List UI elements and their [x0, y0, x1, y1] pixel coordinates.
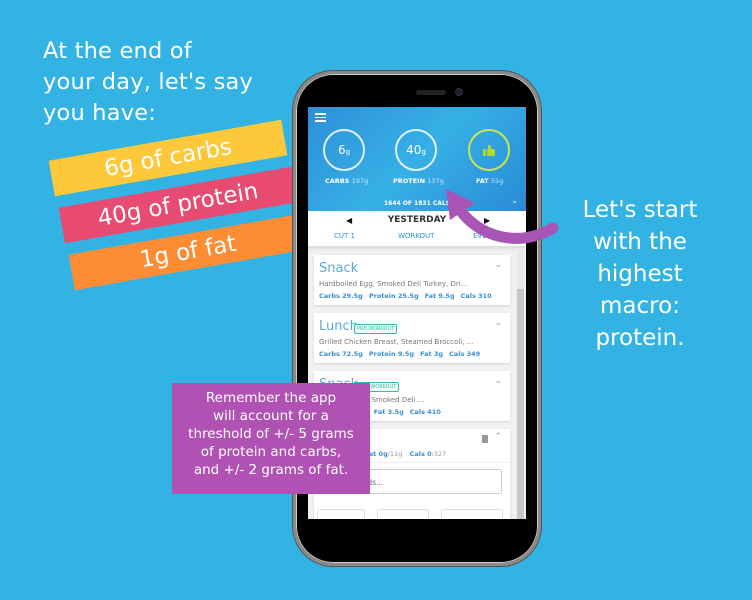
thumbs-up-icon — [483, 144, 495, 156]
chevron-down-icon[interactable]: ⌄ — [494, 260, 502, 270]
meal-stats: Carbs 29.5g Protein 25.5g Fat 9.5g Cals 310 — [319, 292, 492, 300]
scrollbar-thumb[interactable] — [517, 289, 524, 519]
tag-workout[interactable]: WORKOUT — [398, 232, 434, 240]
intro-text: At the end of your day, let's say you ha… — [43, 36, 253, 129]
tag-cut[interactable]: CUT 1 — [334, 232, 355, 240]
meal-card[interactable]: Lunch PRE-WORKOUT ⌄ Grilled Chicken Brea… — [314, 313, 510, 363]
note-line: Let's start — [582, 197, 698, 223]
chevron-up-icon[interactable]: ⌃ — [494, 432, 502, 442]
hamburger-menu-icon[interactable] — [315, 113, 326, 122]
chevron-down-icon[interactable]: ⌄ — [494, 376, 502, 386]
note-line: macro: — [600, 293, 680, 319]
threshold-line: of protein and carbs, — [200, 444, 342, 460]
carbs-unit: g — [345, 148, 351, 156]
meal-name: Snack — [319, 261, 359, 276]
carbs-target: 197g — [351, 177, 369, 185]
chevron-down-icon[interactable]: ⌄ — [494, 318, 502, 328]
intro-line: you have: — [43, 100, 157, 126]
front-camera — [455, 88, 463, 96]
note-line: highest — [597, 261, 683, 287]
chevron-down-icon[interactable]: ⌄ — [511, 196, 518, 205]
action-button[interactable] — [377, 509, 429, 519]
meal-badge: PRE-WORKOUT — [354, 324, 398, 334]
carbs-ring[interactable]: 6g — [323, 129, 365, 171]
trash-icon[interactable] — [482, 435, 488, 443]
carbs-value: 6 — [337, 143, 346, 157]
threshold-line: will account for a — [213, 408, 329, 424]
next-day-button[interactable]: ▶ — [484, 216, 490, 225]
meal-stats: Carbs 72.5g Protein 9.5g Fat 3g Cals 349 — [319, 350, 481, 358]
intro-line: your day, let's say — [43, 69, 254, 95]
protein-label: PROTEIN 137g — [393, 177, 444, 185]
right-note: Let's start with the highest macro: prot… — [560, 194, 720, 354]
threshold-note: Remember the app will account for a thre… — [172, 383, 370, 494]
threshold-line: Remember the app — [205, 390, 337, 406]
meal-name: Lunch — [319, 319, 358, 334]
meal-foods: Grilled Chicken Breast, Steamed Broccoli… — [319, 338, 474, 346]
macro-header: 6g 40 g CARBS 197g PROTEIN 137g FAT 55g 1… — [308, 107, 526, 211]
calories-summary: 1644 OF 1831 CALS — [383, 200, 451, 207]
intro-line: At the end of — [43, 38, 192, 64]
protein-unit: g — [421, 148, 426, 156]
fat-ring[interactable] — [468, 129, 510, 171]
threshold-line: and +/- 2 grams of fat. — [193, 462, 349, 478]
action-button[interactable] — [317, 509, 365, 519]
note-line: with the — [593, 229, 687, 255]
carbs-label: CARBS 197g — [325, 177, 369, 185]
protein-target: 137g — [427, 177, 444, 185]
tag-evening[interactable]: EVENING — [473, 232, 505, 240]
day-title: YESTERDAY — [387, 215, 447, 225]
day-navigation: ◀ YESTERDAY ▶ CUT 1 WORKOUT EVENING — [308, 211, 526, 247]
meal-foods: Hardboiled Egg, Smoked Deli Turkey, Dri.… — [319, 280, 468, 288]
speaker-grille — [416, 90, 446, 95]
fat-label: FAT 55g — [476, 177, 504, 185]
fat-target: 55g — [490, 177, 504, 185]
note-line: protein. — [595, 325, 685, 351]
meal-card[interactable]: Snack ⌄ Hardboiled Egg, Smoked Deli Turk… — [314, 255, 510, 305]
protein-value: 40 — [406, 143, 422, 157]
action-button[interactable] — [441, 509, 503, 519]
protein-ring[interactable]: 40 g — [395, 129, 437, 171]
threshold-line: threshold of +/- 5 grams — [188, 426, 354, 442]
